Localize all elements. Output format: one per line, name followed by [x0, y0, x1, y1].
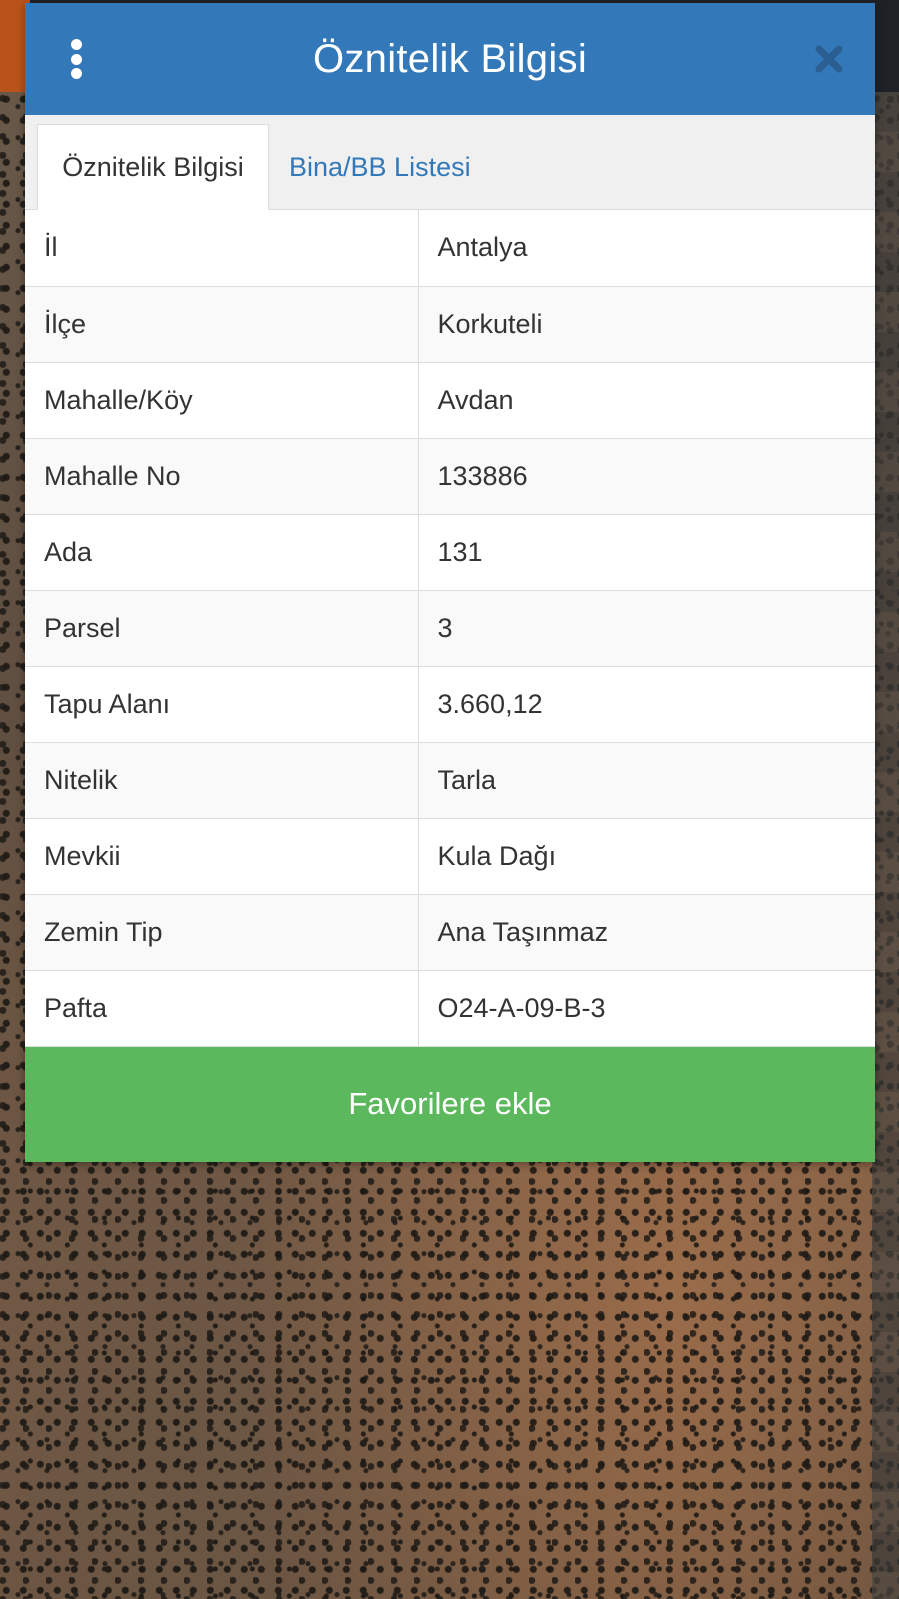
dialog-header: Öznitelik Bilgisi — [25, 3, 875, 115]
attribute-key: Zemin Tip — [25, 894, 419, 971]
menu-dot — [70, 53, 82, 65]
attribute-key: İl — [25, 210, 419, 287]
attribute-value: Ana Taşınmaz — [418, 894, 875, 971]
close-icon[interactable] — [813, 43, 845, 75]
attribute-value: Antalya — [418, 210, 875, 287]
tabs-bar: Öznitelik Bilgisi Bina/BB Listesi — [25, 115, 875, 210]
add-to-favorites-button[interactable]: Favorilere ekle — [25, 1046, 875, 1162]
attribute-key: Mahalle/Köy — [25, 362, 419, 439]
map-edge — [872, 92, 899, 1599]
attribute-key: Tapu Alanı — [25, 666, 419, 743]
table-row: İlçe Korkuteli — [25, 286, 875, 363]
table-row: Zemin Tip Ana Taşınmaz — [25, 894, 875, 971]
table-row: Mevkii Kula Dağı — [25, 818, 875, 895]
tab-building-list[interactable]: Bina/BB Listesi — [289, 124, 471, 210]
menu-dot — [70, 68, 82, 79]
table-row: Mahalle No 133886 — [25, 438, 875, 515]
menu-dot — [70, 39, 82, 50]
more-vertical-icon[interactable] — [69, 39, 83, 79]
attribute-value: O24-A-09-B-3 — [418, 970, 875, 1047]
tab-attribute-info[interactable]: Öznitelik Bilgisi — [37, 124, 269, 210]
attribute-key: İlçe — [25, 286, 419, 363]
attribute-key: Pafta — [25, 970, 419, 1047]
attribute-key: Parsel — [25, 590, 419, 667]
table-row: Ada 131 — [25, 514, 875, 591]
attribute-value: Avdan — [418, 362, 875, 439]
table-row: Mahalle/Köy Avdan — [25, 362, 875, 439]
attribute-key: Mevkii — [25, 818, 419, 895]
table-row: İl Antalya — [25, 210, 875, 287]
attribute-value: 3 — [418, 590, 875, 667]
attribute-key: Nitelik — [25, 742, 419, 819]
attribute-key: Ada — [25, 514, 419, 591]
attribute-key: Mahalle No — [25, 438, 419, 515]
attribute-info-dialog: Öznitelik Bilgisi Öznitelik Bilgisi Bina… — [25, 3, 875, 1162]
attribute-value: 133886 — [418, 438, 875, 515]
table-row: Tapu Alanı 3.660,12 — [25, 666, 875, 743]
attribute-value: Kula Dağı — [418, 818, 875, 895]
attribute-value: 131 — [418, 514, 875, 591]
attribute-value: Korkuteli — [418, 286, 875, 363]
dialog-title: Öznitelik Bilgisi — [312, 36, 588, 81]
table-row: Pafta O24-A-09-B-3 — [25, 970, 875, 1047]
table-row: Nitelik Tarla — [25, 742, 875, 819]
attribute-table: İl Antalya İlçe Korkuteli Mahalle/Köy Av… — [25, 210, 875, 1047]
attribute-value: Tarla — [418, 742, 875, 819]
attribute-value: 3.660,12 — [418, 666, 875, 743]
table-row: Parsel 3 — [25, 590, 875, 667]
